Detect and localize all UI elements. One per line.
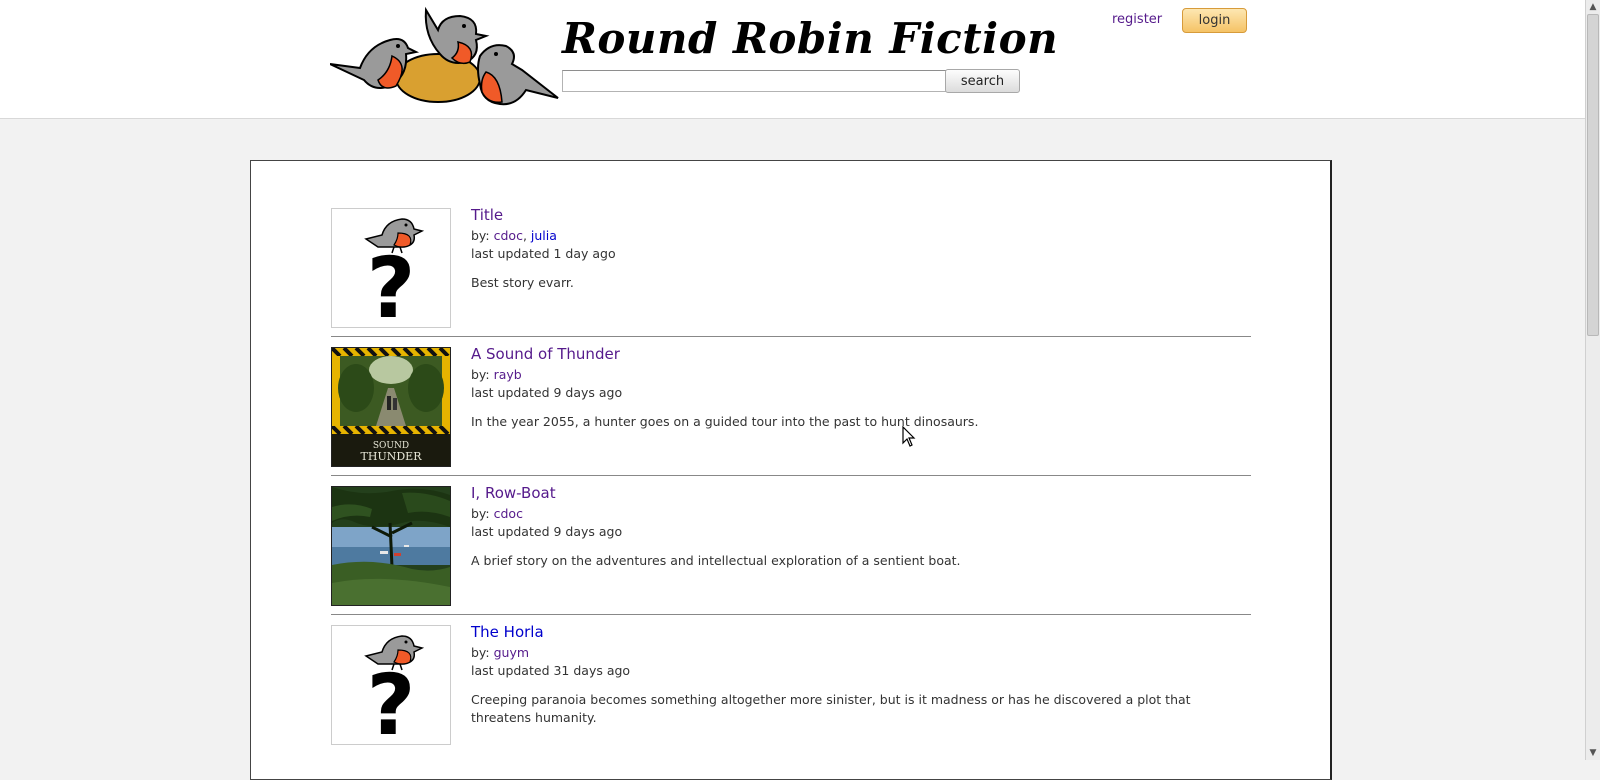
story-thumbnail[interactable]: ?: [331, 208, 451, 328]
sound-of-thunder-cover-image: SOUND THUNDER: [332, 348, 450, 466]
byline-prefix: by:: [471, 645, 494, 660]
site-header: Round Robin Fiction search register logi…: [0, 0, 1585, 119]
scroll-up-arrow-icon[interactable]: ▲: [1586, 0, 1600, 14]
scroll-down-arrow-icon[interactable]: ▼: [1586, 746, 1600, 760]
placeholder-robin-question-icon: ?: [364, 635, 425, 744]
author-link[interactable]: guym: [494, 645, 529, 660]
story-item: ? Title by: cdoc, julia last updated 1 d…: [331, 206, 1251, 348]
story-title-link[interactable]: A Sound of Thunder: [471, 345, 620, 363]
story-item: ? The Horla by: guym last updated 31 day…: [331, 623, 1251, 765]
svg-text:?: ?: [367, 239, 416, 327]
story-thumbnail[interactable]: ?: [331, 625, 451, 745]
story-byline: by: cdoc: [471, 506, 523, 521]
author-separator: ,: [522, 228, 531, 243]
robin-nest-logo[interactable]: [330, 6, 562, 112]
site-title[interactable]: Round Robin Fiction: [562, 14, 1058, 63]
story-description: In the year 2055, a hunter goes on a gui…: [471, 414, 979, 429]
story-item: SOUND THUNDER A Sound of Thunder by: ray…: [331, 345, 1251, 487]
story-description: Best story evarr.: [471, 275, 574, 290]
story-byline: by: guym: [471, 645, 529, 660]
story-updated: last updated 31 days ago: [471, 663, 631, 678]
byline-prefix: by:: [471, 367, 494, 382]
story-updated: last updated 9 days ago: [471, 385, 623, 400]
story-thumbnail[interactable]: SOUND THUNDER: [331, 347, 451, 467]
story-divider: [331, 614, 1251, 615]
page-scrollbar[interactable]: ▲ ▼: [1585, 0, 1600, 760]
search-button[interactable]: search: [945, 69, 1020, 93]
story-title-link[interactable]: I, Row-Boat: [471, 484, 556, 502]
story-byline: by: rayb: [471, 367, 522, 382]
story-updated: last updated 1 day ago: [471, 246, 616, 261]
svg-text:?: ?: [367, 656, 416, 744]
byline-prefix: by:: [471, 506, 494, 521]
story-title-link[interactable]: Title: [471, 206, 503, 224]
story-description: A brief story on the adventures and inte…: [471, 553, 961, 568]
search-input[interactable]: [562, 70, 950, 92]
story-description: Creeping paranoia becomes something alto…: [471, 692, 1191, 725]
scrollbar-thumb[interactable]: [1587, 14, 1599, 336]
svg-text:THUNDER: THUNDER: [361, 450, 423, 463]
story-divider: [331, 475, 1251, 476]
story-list-panel: ? Title by: cdoc, julia last updated 1 d…: [250, 160, 1332, 780]
author-link[interactable]: rayb: [494, 367, 522, 382]
author-link[interactable]: cdoc: [494, 506, 523, 521]
story-thumbnail[interactable]: [331, 486, 451, 606]
story-byline: by: cdoc, julia: [471, 228, 557, 243]
author-link[interactable]: julia: [531, 228, 557, 243]
story-item: I, Row-Boat by: cdoc last updated 9 days…: [331, 484, 1251, 626]
story-updated: last updated 9 days ago: [471, 524, 623, 539]
placeholder-robin-question-icon: ?: [364, 218, 425, 327]
byline-prefix: by:: [471, 228, 494, 243]
tree-and-boats-photo: [332, 487, 450, 605]
author-link[interactable]: cdoc: [494, 228, 523, 243]
story-divider: [331, 336, 1251, 337]
story-title-link[interactable]: The Horla: [471, 623, 544, 641]
register-link[interactable]: register: [1112, 12, 1162, 27]
mouse-cursor-icon: [902, 426, 916, 447]
login-button[interactable]: login: [1182, 8, 1247, 33]
